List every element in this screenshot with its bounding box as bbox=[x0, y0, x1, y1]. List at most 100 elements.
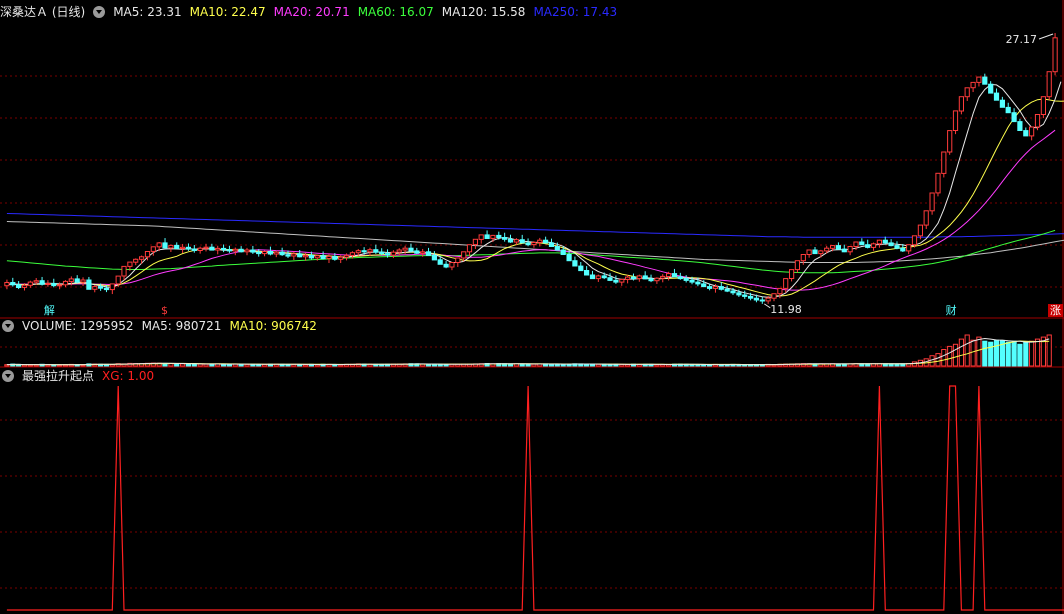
volume-bar bbox=[993, 339, 1000, 367]
candle-body bbox=[865, 244, 871, 248]
volume-bar bbox=[174, 363, 180, 367]
candle-body bbox=[712, 286, 718, 289]
candle bbox=[197, 246, 203, 254]
candle bbox=[74, 275, 80, 284]
candle-body bbox=[812, 249, 818, 255]
candle bbox=[297, 250, 303, 258]
volume-bar bbox=[1005, 341, 1011, 367]
volume-label: MA10: 906742 bbox=[229, 319, 317, 333]
candle-body bbox=[718, 286, 724, 290]
candle bbox=[273, 250, 279, 258]
candle bbox=[174, 242, 180, 250]
candle-body bbox=[496, 234, 502, 238]
candle-body bbox=[425, 251, 432, 256]
candle bbox=[759, 296, 765, 304]
collapse-toggle-icon[interactable] bbox=[2, 370, 14, 382]
candle bbox=[683, 275, 689, 283]
event-marker[interactable]: $ bbox=[159, 304, 170, 317]
candle bbox=[964, 87, 970, 101]
candle-body bbox=[314, 255, 320, 259]
candle-body bbox=[68, 278, 74, 282]
candle-body bbox=[870, 243, 877, 248]
candle-body bbox=[455, 257, 461, 263]
candle-body bbox=[273, 251, 279, 255]
candle-body bbox=[39, 280, 45, 285]
candle-body bbox=[677, 276, 683, 280]
candle bbox=[431, 251, 437, 261]
candle-body bbox=[654, 277, 660, 282]
candle-body bbox=[396, 249, 402, 253]
candle-body bbox=[507, 238, 514, 243]
ma-label: MA20: 20.71 bbox=[273, 5, 350, 19]
candle-body bbox=[478, 234, 484, 240]
candle bbox=[589, 270, 596, 280]
candle-body bbox=[1040, 96, 1047, 115]
indicator-value: XG: 1.00 bbox=[102, 369, 155, 383]
candle bbox=[80, 277, 86, 287]
candle-body bbox=[765, 297, 771, 302]
candle bbox=[502, 232, 508, 242]
ma-label: MA250: 17.43 bbox=[533, 5, 618, 19]
candle-body bbox=[525, 242, 531, 246]
ma-label: MA120: 15.58 bbox=[441, 5, 526, 19]
collapse-toggle-icon[interactable] bbox=[2, 320, 14, 332]
candle bbox=[232, 247, 238, 256]
candle bbox=[607, 273, 613, 282]
candle bbox=[584, 266, 590, 276]
event-marker[interactable]: 财 bbox=[944, 304, 959, 317]
candle bbox=[466, 244, 473, 257]
candle bbox=[999, 96, 1005, 108]
candle bbox=[1040, 96, 1047, 119]
candle-body bbox=[256, 251, 262, 255]
candle-body bbox=[443, 263, 449, 268]
candle-body bbox=[1017, 121, 1023, 131]
candle-body bbox=[894, 245, 900, 249]
candle-body bbox=[279, 251, 285, 256]
candle-body bbox=[513, 239, 519, 243]
candle bbox=[455, 257, 461, 267]
candle-body bbox=[144, 251, 151, 258]
candlesticks bbox=[4, 33, 1058, 304]
candle-body bbox=[297, 253, 303, 258]
candle bbox=[1029, 126, 1035, 141]
candle-body bbox=[777, 287, 783, 295]
volume-legend: VOLUME: 1295952 MA5: 980721 MA10: 906742 bbox=[22, 317, 325, 335]
candle-body bbox=[976, 76, 982, 83]
candle bbox=[1011, 108, 1017, 123]
candle-body bbox=[98, 286, 104, 289]
candle-body bbox=[156, 242, 162, 248]
candle-body bbox=[262, 251, 268, 255]
event-marker[interactable]: 涨 bbox=[1048, 304, 1063, 317]
candle-body bbox=[859, 241, 865, 246]
candle-body bbox=[185, 246, 192, 250]
volume-bar bbox=[1017, 343, 1023, 367]
candle bbox=[718, 282, 724, 291]
candle-body bbox=[103, 287, 110, 291]
candle-body bbox=[343, 254, 350, 258]
candle bbox=[578, 261, 584, 272]
candle-body bbox=[115, 275, 121, 285]
candle bbox=[654, 277, 660, 284]
candle-body bbox=[238, 248, 244, 253]
candle-body bbox=[970, 81, 976, 89]
collapse-toggle-icon[interactable] bbox=[93, 6, 106, 18]
candle bbox=[45, 280, 51, 287]
candle bbox=[531, 241, 537, 248]
candle bbox=[262, 250, 268, 257]
candle bbox=[870, 242, 877, 251]
candle bbox=[244, 247, 250, 256]
candle-body bbox=[625, 276, 631, 280]
candle bbox=[109, 283, 115, 295]
ma-label: MA60: 16.07 bbox=[357, 5, 434, 19]
candle-body bbox=[1046, 71, 1052, 98]
event-marker[interactable]: 解 bbox=[42, 304, 57, 317]
candle-body bbox=[303, 254, 309, 258]
candle-body bbox=[33, 280, 39, 283]
volume-bar bbox=[1023, 341, 1029, 367]
candle-body bbox=[361, 250, 367, 253]
candle-body bbox=[139, 256, 145, 260]
candle-body bbox=[174, 244, 180, 250]
candle-body bbox=[636, 275, 642, 280]
candle-body bbox=[51, 283, 57, 287]
candle bbox=[221, 244, 227, 253]
